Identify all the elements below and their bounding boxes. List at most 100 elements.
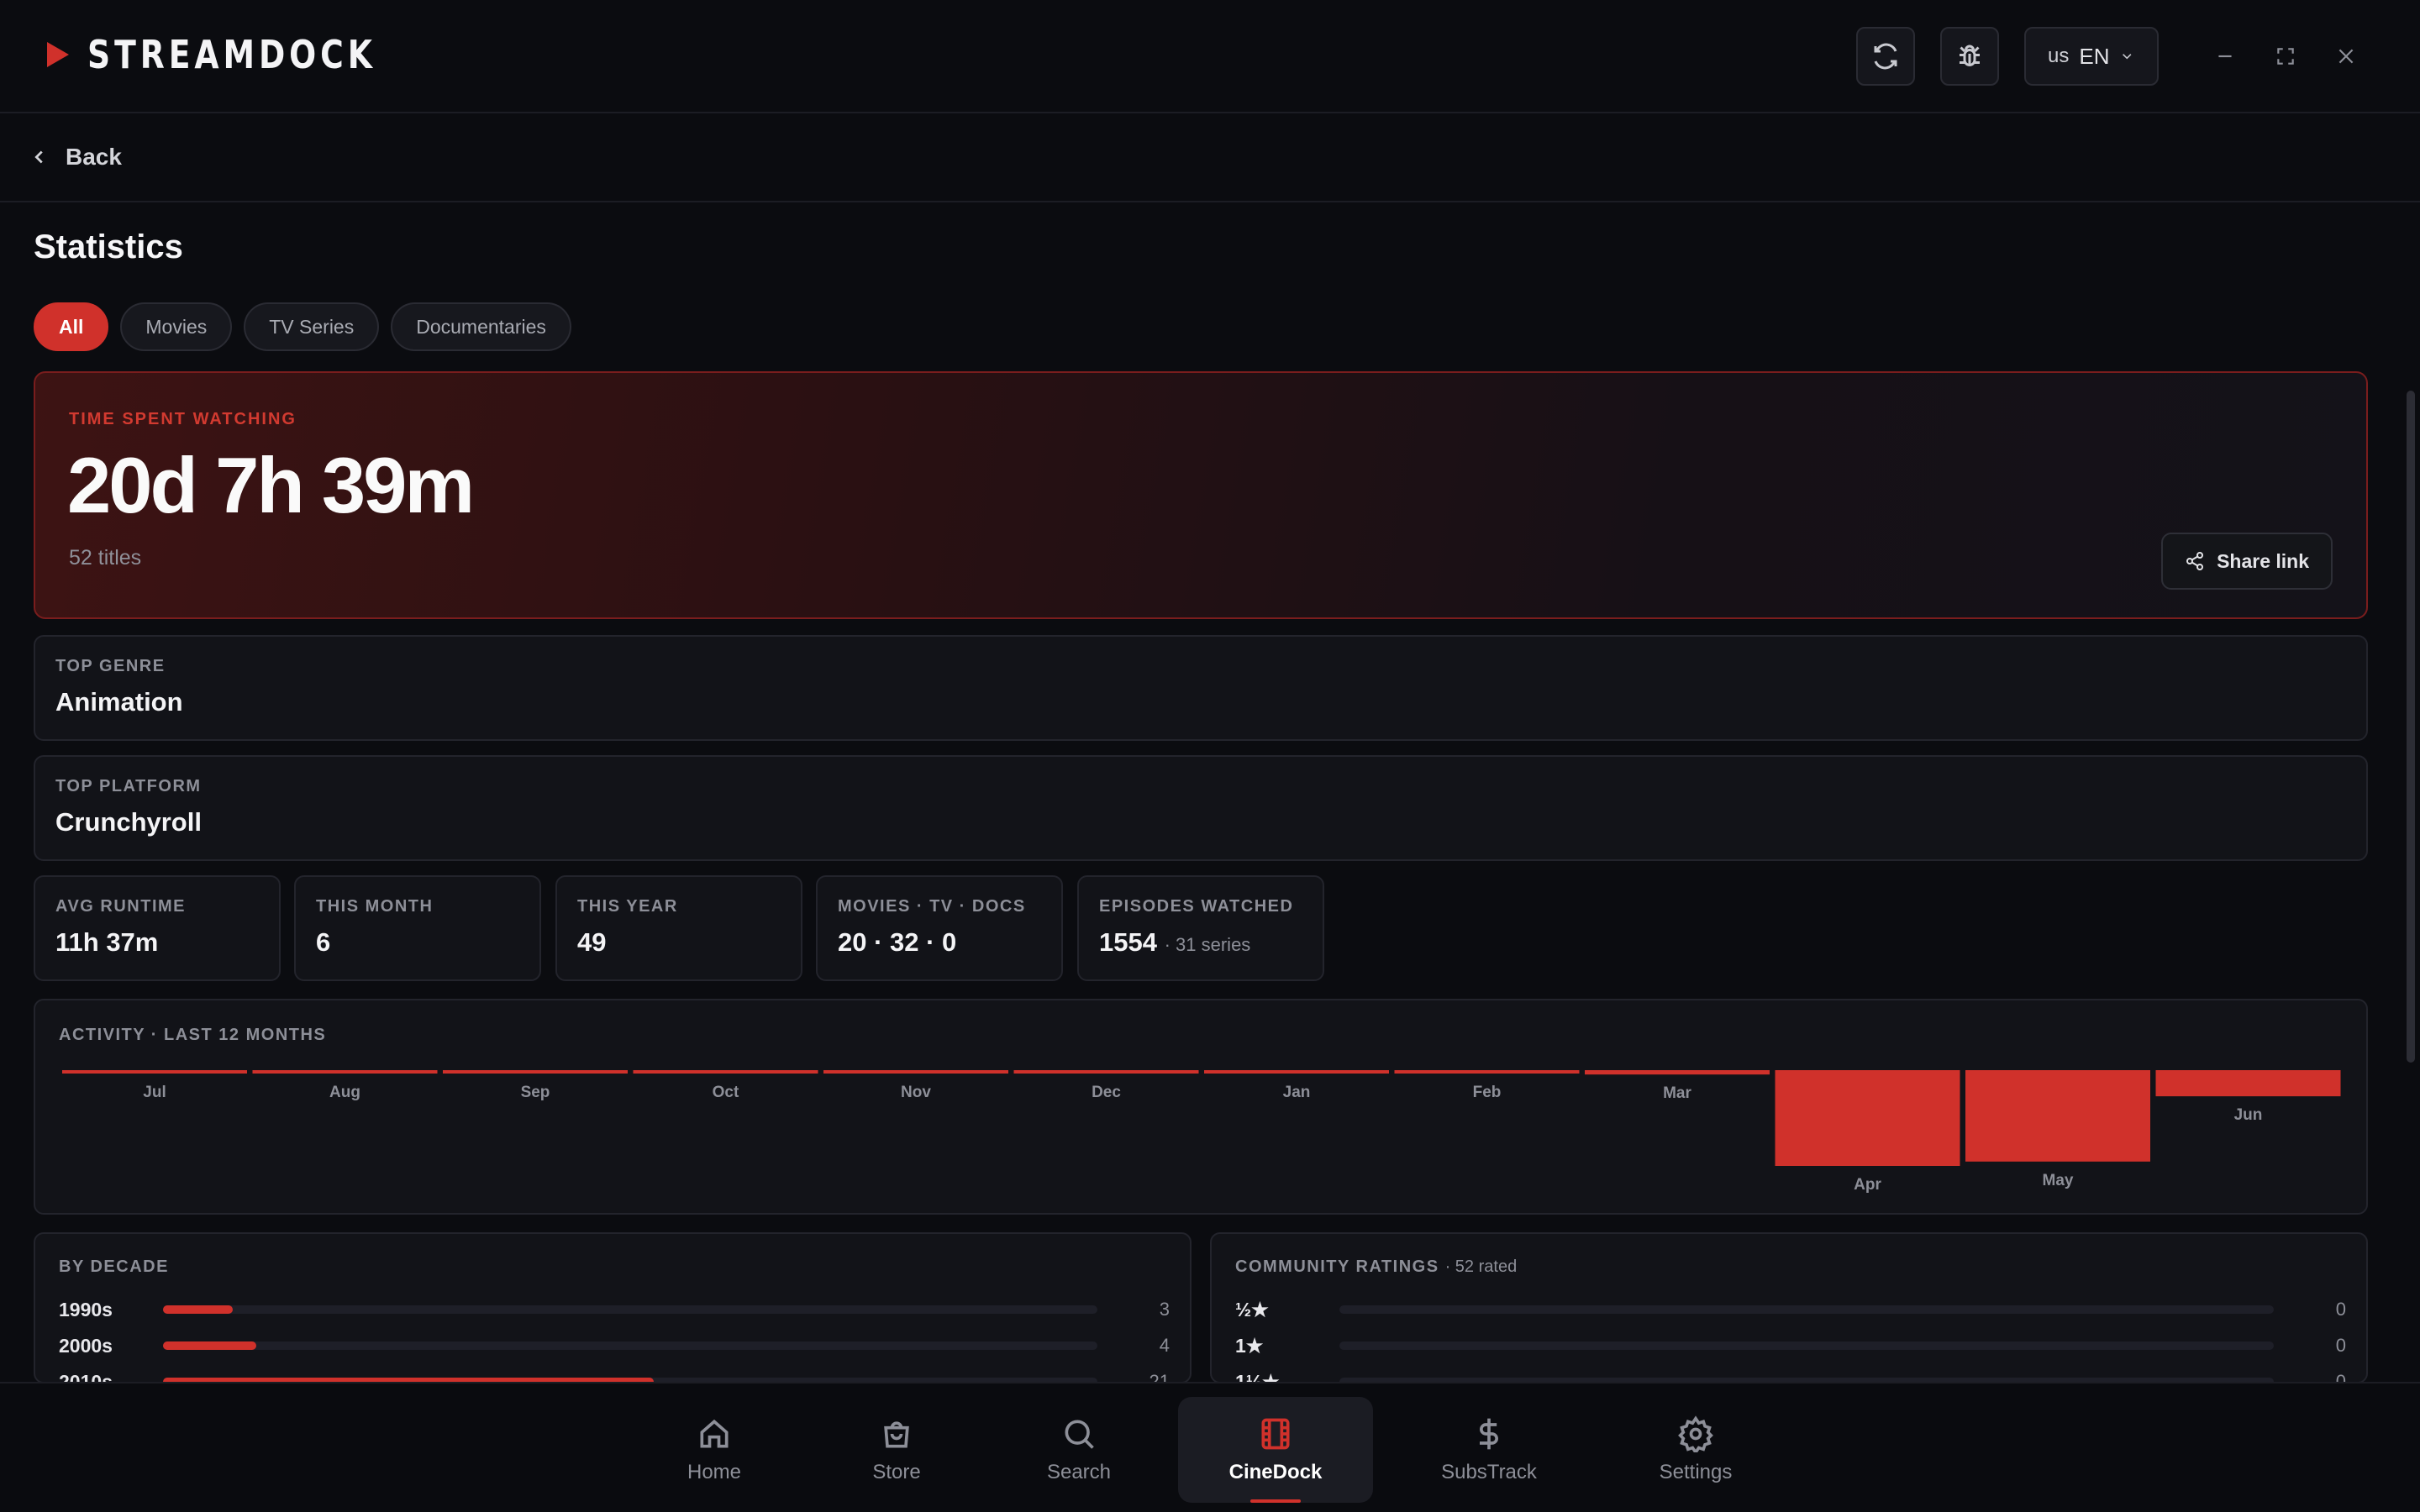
time-watched-value: 20d 7h 39m xyxy=(67,441,475,529)
filter-chip-all[interactable]: All xyxy=(34,302,109,351)
ratings-row: ½★ 0 xyxy=(1235,1294,2346,1325)
row-track xyxy=(1339,1305,2274,1314)
activity-bar-may xyxy=(1965,1070,2150,1162)
top-genre-card: TOP GENRE Animation xyxy=(34,635,2368,741)
row-value: 0 xyxy=(2335,1299,2346,1320)
row-label: 1★ xyxy=(1235,1334,1264,1357)
top-genre-label: TOP GENRE xyxy=(55,657,166,675)
nav-item-substrack[interactable]: SubsTrack xyxy=(1392,1397,1586,1503)
activity-bar-jan xyxy=(1204,1070,1389,1074)
filter-chip-movies[interactable]: Movies xyxy=(120,302,233,351)
community-ratings-title: COMMUNITY RATINGS · 52 rated xyxy=(1235,1257,1517,1277)
by-decade-row: 2010s 21 xyxy=(59,1367,1170,1382)
activity-bar-jun xyxy=(2155,1070,2341,1097)
stat-value: 49 xyxy=(577,927,607,957)
page-title: Statistics xyxy=(34,228,183,265)
bottom-navigation: Home Store Search CineDock SubsTrack Settings xyxy=(0,1382,2420,1512)
nav-item-home[interactable]: Home xyxy=(617,1397,812,1503)
nav-item-store[interactable]: Store xyxy=(799,1397,994,1503)
titles-count: 52 titles xyxy=(69,546,142,570)
row-label: 2000s xyxy=(59,1334,113,1357)
ratings-row: 1½★ 0 xyxy=(1235,1367,2346,1382)
dollar-icon xyxy=(1480,1418,1498,1450)
activity-month-label: Aug xyxy=(329,1084,360,1101)
stat-label: THIS YEAR xyxy=(577,897,678,916)
debug-button[interactable] xyxy=(1940,27,1999,86)
top-platform-label: TOP PLATFORM xyxy=(55,777,202,795)
title-bar: STREAMDOCK us EN xyxy=(0,0,2420,113)
activity-month-label: Sep xyxy=(521,1084,550,1101)
stat-card: AVG RUNTIME 11h 37m xyxy=(34,875,281,981)
back-button[interactable]: Back xyxy=(30,144,122,171)
by-decade-row: 2000s 4 xyxy=(59,1331,1170,1361)
chevron-down-icon xyxy=(2123,54,2132,60)
close-icon xyxy=(2338,49,2354,64)
stat-label: THIS MONTH xyxy=(316,897,434,916)
stat-card: THIS MONTH 6 xyxy=(294,875,541,981)
activity-bar-aug xyxy=(252,1070,438,1074)
stat-card: THIS YEAR 49 xyxy=(555,875,802,981)
refresh-icon xyxy=(1874,43,1897,70)
activity-bar-oct xyxy=(633,1070,818,1074)
stat-label: EPISODES WATCHED xyxy=(1099,897,1294,916)
activity-chart-card: ACTIVITY · LAST 12 MONTHS Jul Aug Sep Oct No… xyxy=(34,999,2368,1215)
active-indicator xyxy=(1250,1499,1301,1503)
stat-card: EPISODES WATCHED 1554 · 31 series xyxy=(1077,875,1324,981)
stat-value-row: 20 · 32 · 0 xyxy=(838,927,956,958)
nav-item-search[interactable]: Search xyxy=(981,1397,1176,1503)
share-link-button[interactable]: Share link xyxy=(2161,533,2333,590)
language-code: EN xyxy=(2079,43,2110,69)
activity-month-label: Jul xyxy=(143,1084,166,1101)
activity-month-label: Nov xyxy=(901,1084,931,1101)
activity-month-label: Mar xyxy=(1663,1084,1691,1102)
activity-month-label: Jan xyxy=(1283,1084,1311,1101)
activity-month-label: Feb xyxy=(1473,1084,1502,1101)
nav-item-label: Home xyxy=(687,1461,742,1483)
activity-bar-nov xyxy=(823,1070,1008,1074)
activity-month-label: Apr xyxy=(1854,1176,1881,1194)
stat-value-row: 1554 · 31 series xyxy=(1099,927,1250,958)
top-platform-value: Crunchyroll xyxy=(55,807,202,837)
by-decade-card: BY DECADE 1990s 3 2000s 4 2010s 21 xyxy=(34,1232,1192,1383)
nav-item-settings[interactable]: Settings xyxy=(1598,1397,1793,1503)
gear-icon xyxy=(1678,1415,1713,1452)
row-track xyxy=(163,1305,1097,1314)
nav-item-label: SubsTrack xyxy=(1441,1461,1537,1483)
nav-item-cinedock[interactable]: CineDock xyxy=(1178,1397,1373,1503)
app-name: STREAMDOCK xyxy=(87,32,376,77)
stat-value: 1554 xyxy=(1099,927,1157,957)
row-fill xyxy=(163,1341,257,1350)
by-decade-row: 1990s 3 xyxy=(59,1294,1170,1325)
scrollbar-thumb[interactable] xyxy=(2407,391,2415,1063)
time-watched-card: TIME SPENT WATCHING 20d 7h 39m 52 titles… xyxy=(34,371,2368,619)
app-logo: STREAMDOCK xyxy=(47,32,439,77)
home-icon xyxy=(700,1419,729,1448)
filter-chip-tv-series[interactable]: TV Series xyxy=(244,302,380,351)
stat-value-row: 6 xyxy=(316,927,330,958)
ratings-label: COMMUNITY RATINGS xyxy=(1235,1257,1439,1276)
stat-card: MOVIES · TV · DOCS 20 · 32 · 0 xyxy=(816,875,1063,981)
activity-bar-apr xyxy=(1775,1070,1960,1166)
filter-chip-documentaries[interactable]: Documentaries xyxy=(391,302,571,351)
activity-chart: Jul Aug Sep Oct Nov Dec Jan Feb Mar Apr May Jun xyxy=(62,1070,2341,1194)
activity-bar-mar xyxy=(1585,1070,1770,1075)
back-bar: Back xyxy=(0,113,2420,202)
close-button[interactable] xyxy=(2327,37,2365,76)
row-fill xyxy=(163,1305,234,1314)
search-icon xyxy=(1065,1420,1094,1449)
row-track xyxy=(163,1341,1097,1350)
refresh-button[interactable] xyxy=(1856,27,1915,86)
maximize-button[interactable] xyxy=(2266,37,2305,76)
minimize-icon xyxy=(2218,55,2232,58)
row-value: 4 xyxy=(1159,1335,1170,1356)
nav-item-label: Settings xyxy=(1659,1461,1733,1483)
share-link-label: Share link xyxy=(2217,549,2309,572)
language-selector[interactable]: us EN xyxy=(2024,27,2159,86)
activity-month-label: Oct xyxy=(713,1084,739,1101)
stat-value: 20 · 32 · 0 xyxy=(838,927,957,957)
stat-value: 11h 37m xyxy=(55,927,159,957)
minimize-button[interactable] xyxy=(2206,37,2244,76)
scrollbar[interactable] xyxy=(2405,374,2415,1382)
activity-bar-jul xyxy=(62,1070,247,1074)
filter-chips: All Movies TV Series Documentaries xyxy=(34,302,571,351)
